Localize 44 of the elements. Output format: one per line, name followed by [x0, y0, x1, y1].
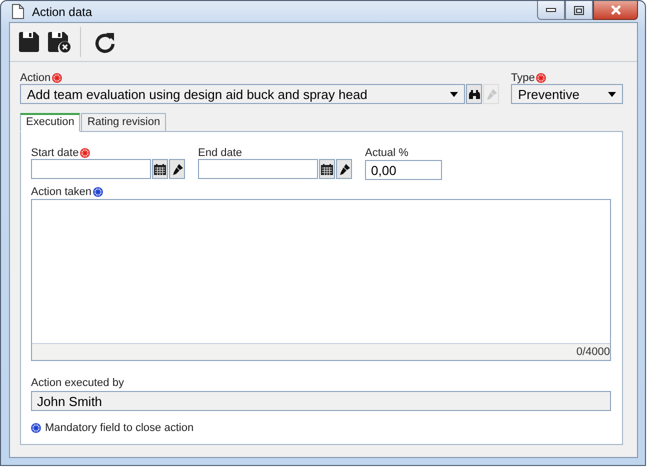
character-counter: 0/4000: [576, 346, 610, 358]
close-icon: [610, 5, 622, 15]
calendar-icon: [321, 164, 333, 174]
brush-icon: [486, 88, 496, 100]
binoculars-icon: [468, 88, 480, 100]
field-label: End date: [198, 146, 242, 158]
restore-icon: [574, 6, 584, 14]
save-close-icon: [47, 31, 71, 53]
brush-icon: [338, 164, 350, 174]
refresh-icon: [95, 31, 115, 53]
clear-button[interactable]: [169, 159, 185, 179]
maximize-button[interactable]: [565, 1, 593, 20]
tab[interactable]: Execution: [20, 113, 80, 132]
date-field[interactable]: [198, 159, 318, 179]
close-button[interactable]: [593, 1, 638, 20]
brush-icon: [172, 164, 182, 174]
type-dropdown[interactable]: Preventive: [511, 84, 623, 104]
save-button[interactable]: [16, 29, 42, 55]
percent-field[interactable]: 0,00: [365, 160, 442, 180]
field-label: Action: [20, 72, 51, 84]
caret-icon: [608, 92, 616, 96]
field-label: Action taken: [31, 186, 92, 198]
minimize-icon: [546, 8, 556, 12]
field-label: Action executed by: [31, 376, 124, 388]
close-required-icon: [31, 423, 41, 433]
search-button[interactable]: [466, 84, 482, 104]
calendar-button[interactable]: [152, 159, 168, 179]
date-field[interactable]: [31, 159, 151, 179]
minimize-button[interactable]: [537, 1, 565, 20]
field-label: Actual %: [365, 146, 408, 158]
calendar-icon: [154, 164, 166, 174]
legend-text: Mandatory field to close action: [45, 422, 194, 434]
tab[interactable]: Rating revision: [81, 113, 166, 132]
field-label: Start date: [31, 146, 79, 158]
action-taken-textarea[interactable]: 0/4000: [31, 199, 611, 361]
document-icon: [12, 4, 24, 19]
save-icon: [18, 31, 40, 53]
caret-icon: [450, 92, 458, 96]
window-title: Action data: [32, 4, 92, 18]
action-dropdown[interactable]: Add team evaluation using design aid buck and spray head: [20, 84, 465, 104]
clear-button[interactable]: [336, 159, 352, 179]
save-close-button[interactable]: [46, 29, 72, 55]
field-label: Type: [511, 72, 535, 84]
calendar-button[interactable]: [319, 159, 335, 179]
